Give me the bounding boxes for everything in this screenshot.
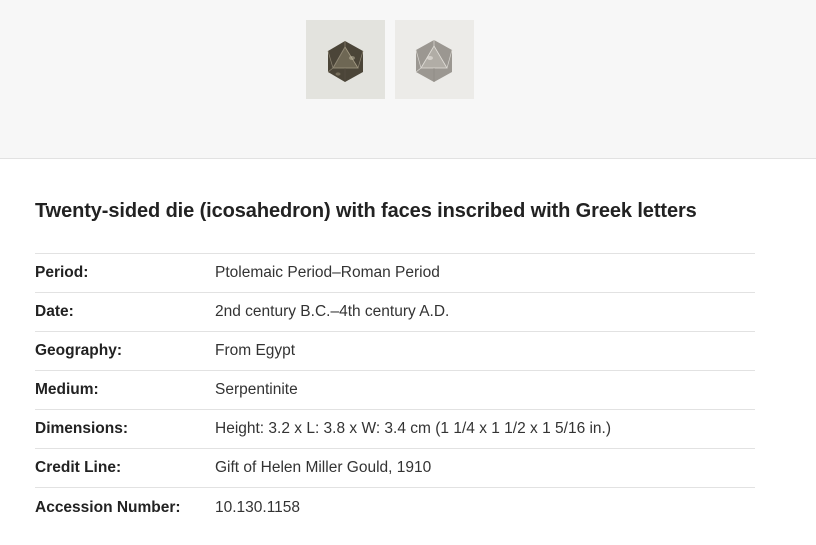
- fact-label: Credit Line:: [35, 459, 122, 476]
- fact-row-medium: Medium: Serpentinite: [35, 371, 755, 410]
- fact-row-date: Date: 2nd century B.C.–4th century A.D.: [35, 293, 755, 332]
- fact-value: Ptolemaic Period–Roman Period: [215, 264, 440, 281]
- fact-value: 10.130.1158: [215, 498, 301, 516]
- fact-row-geography: Geography: From Egypt: [35, 332, 755, 371]
- image-gallery: [0, 0, 816, 159]
- fact-row-period: Period: Ptolemaic Period–Roman Period: [35, 254, 755, 293]
- fact-value: From Egypt: [215, 342, 296, 359]
- fact-label: Date:: [35, 303, 74, 320]
- fact-row-accession-number: Accession Number: 10.130.1158: [35, 488, 755, 527]
- fact-label: Medium:: [35, 381, 99, 398]
- light-die-image: [415, 40, 453, 82]
- object-details: Twenty-sided die (icosahedron) with face…: [35, 159, 755, 527]
- fact-label: Geography:: [35, 342, 122, 359]
- thumbnail-light-die[interactable]: [395, 20, 474, 99]
- dark-die-image: [327, 41, 364, 82]
- fact-label: Period:: [35, 264, 89, 281]
- fact-label: Dimensions:: [35, 420, 129, 437]
- fact-row-credit-line: Credit Line: Gift of Helen Miller Gould,…: [35, 449, 755, 488]
- fact-value: Gift of Helen Miller Gould, 1910: [215, 459, 432, 476]
- object-facts: Period: Ptolemaic Period–Roman Period Da…: [35, 253, 755, 527]
- thumbnail-dark-die[interactable]: [306, 20, 385, 99]
- object-title: Twenty-sided die (icosahedron) with face…: [35, 200, 697, 222]
- fact-value: Height: 3.2 x L: 3.8 x W: 3.4 cm (1 1/4 …: [215, 420, 612, 437]
- fact-value: 2nd century B.C.–4th century A.D.: [215, 303, 450, 320]
- fact-value: Serpentinite: [215, 381, 298, 398]
- fact-row-dimensions: Dimensions: Height: 3.2 x L: 3.8 x W: 3.…: [35, 410, 755, 449]
- fact-label: Accession Number:: [35, 498, 181, 516]
